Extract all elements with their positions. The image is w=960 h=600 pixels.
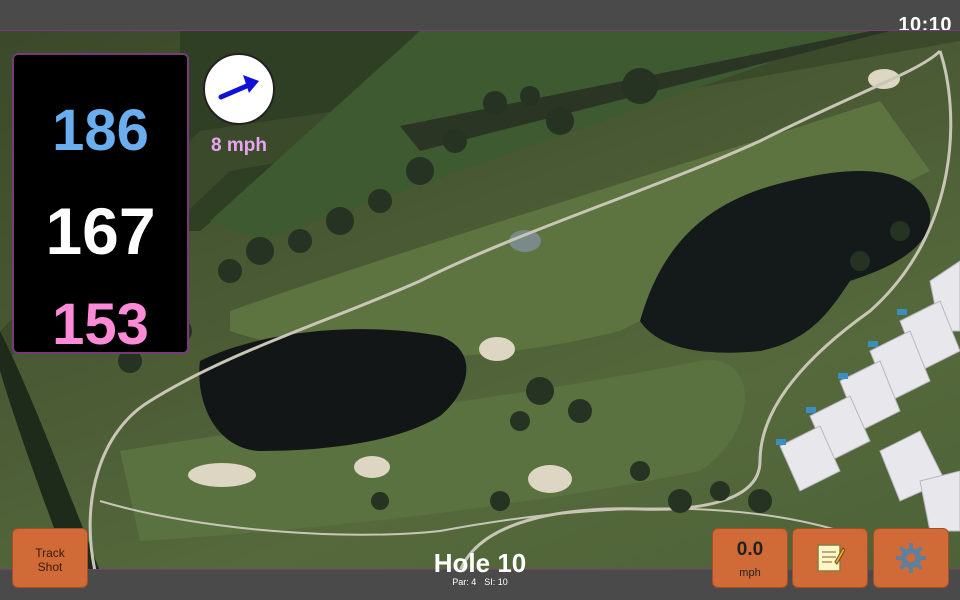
notes-button[interactable]	[792, 528, 868, 588]
distance-panel: 186 167 153	[12, 53, 189, 357]
hole-title: Hole 10	[433, 548, 527, 578]
top-bar: 10:10	[0, 0, 960, 36]
track-shot-label: Track Shot	[35, 546, 65, 574]
settings-button[interactable]	[873, 528, 949, 588]
track-shot-button[interactable]: Track Shot	[12, 528, 88, 588]
notepad-icon	[817, 544, 845, 572]
front-distance: 153	[52, 292, 149, 357]
hole-si: SI: 10	[484, 577, 508, 587]
speed-button[interactable]: 0.0 mph	[712, 528, 788, 588]
speed-unit: mph	[739, 567, 761, 579]
wind-indicator	[203, 53, 275, 125]
gear-icon	[896, 543, 926, 573]
back-distance: 186	[52, 98, 149, 163]
wind-speed: 8 mph	[211, 135, 267, 156]
wind-arrow-icon	[218, 75, 259, 100]
middle-distance: 167	[45, 194, 156, 268]
hole-details: Par: 4 SI: 10	[380, 577, 580, 587]
speed-value: 0.0	[736, 539, 764, 560]
hole-par: Par: 4	[452, 577, 477, 587]
course-map[interactable]: 186 167 153 8 mph	[0, 30, 960, 570]
